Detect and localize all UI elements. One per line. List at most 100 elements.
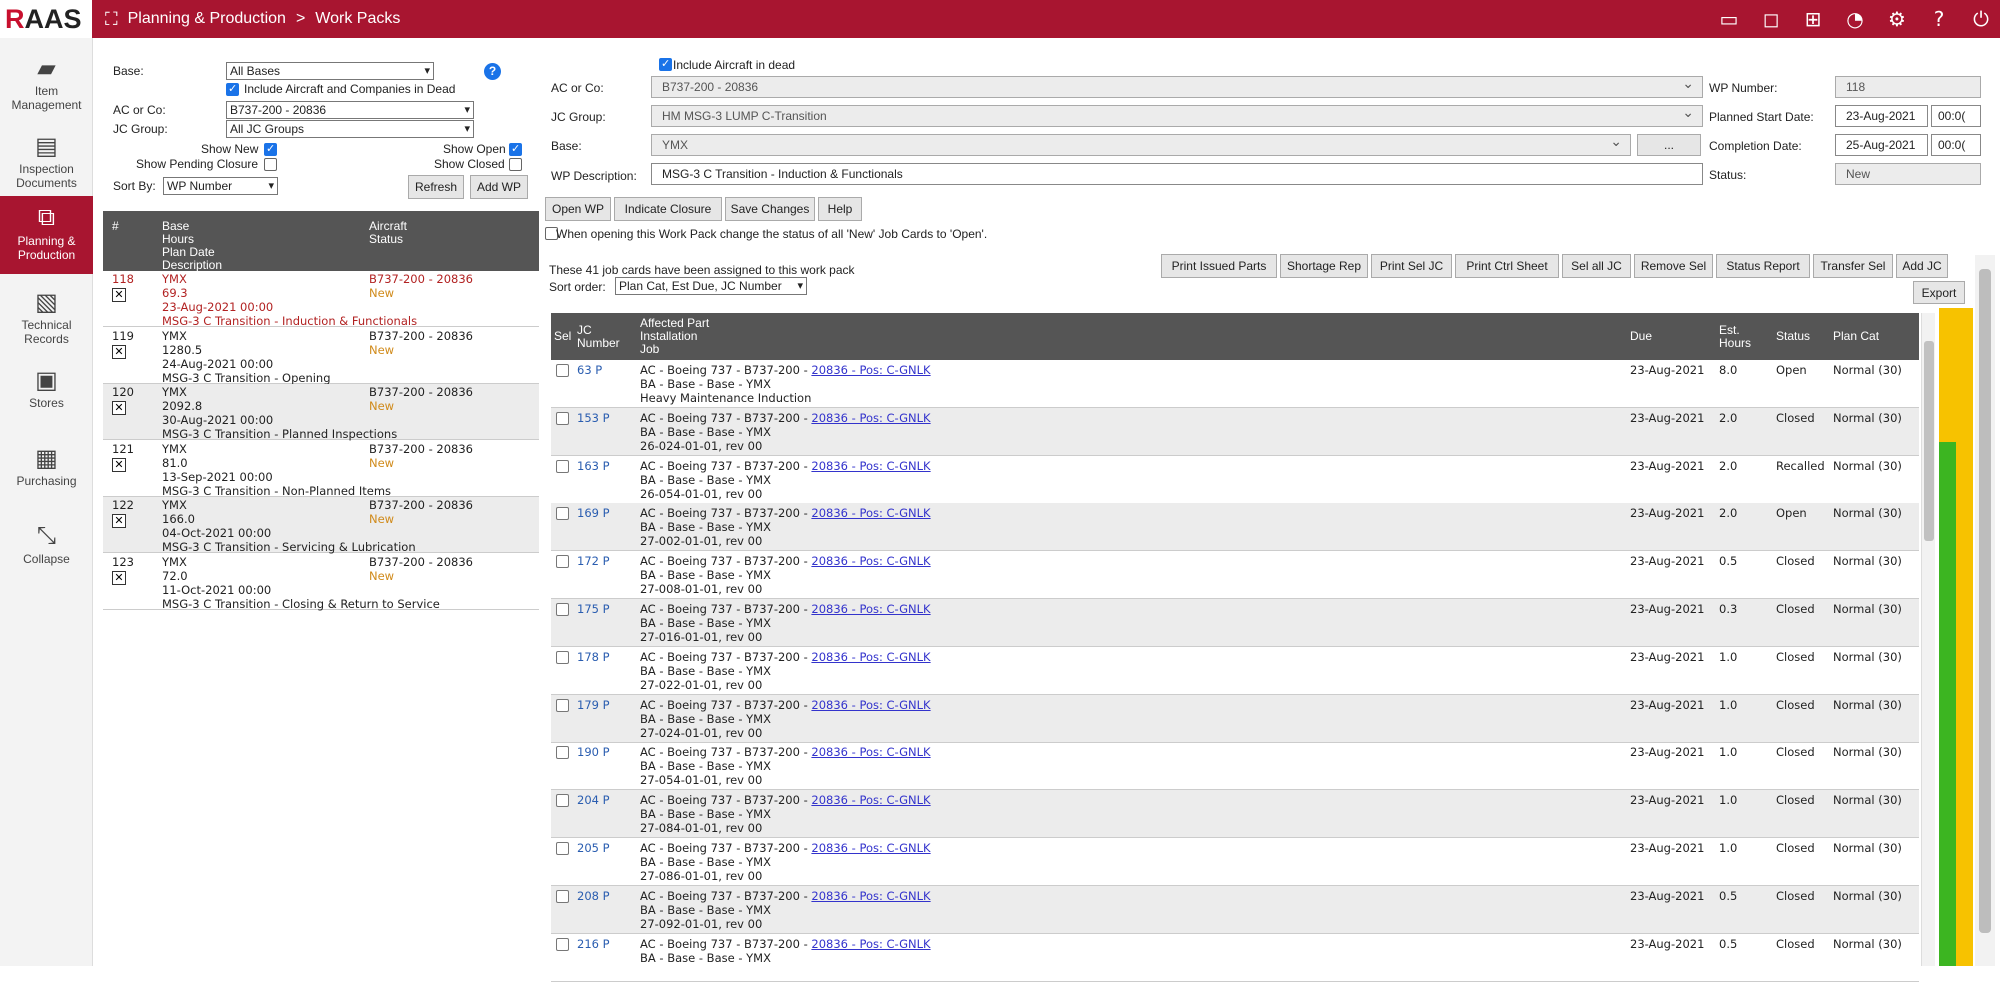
wp-list-row[interactable]: 123✕YMX72.011-Oct-2021 00:00MSG-3 C Tran… xyxy=(103,554,539,610)
detail-description-input[interactable]: MSG-3 C Transition - Induction & Functio… xyxy=(651,163,1703,185)
shortage-rep-button[interactable]: Shortage Rep xyxy=(1280,254,1368,278)
aircraft-position-link[interactable]: 20836 - Pos: C-GNLK xyxy=(811,745,930,759)
jc-table-row[interactable]: 205 PAC - Boeing 737 - B737-200 - 20836 … xyxy=(551,838,1919,886)
aircraft-position-link[interactable]: 20836 - Pos: C-GNLK xyxy=(811,889,930,903)
jc-table-row[interactable]: 153 PAC - Boeing 737 - B737-200 - 20836 … xyxy=(551,408,1919,456)
jc-select-checkbox[interactable] xyxy=(556,603,569,616)
aircraft-position-link[interactable]: 20836 - Pos: C-GNLK xyxy=(811,793,930,807)
sidebar-item-technical-records[interactable]: ▧ TechnicalRecords xyxy=(0,280,93,356)
sort-by-select[interactable]: WP Number xyxy=(163,177,278,195)
jc-select-checkbox[interactable] xyxy=(556,364,569,377)
base-select[interactable]: All Bases xyxy=(226,62,434,80)
jc-table-row[interactable]: 169 PAC - Boeing 737 - B737-200 - 20836 … xyxy=(551,503,1919,551)
jc-number-link[interactable]: 63 P xyxy=(577,363,602,377)
jc-select-checkbox[interactable] xyxy=(556,651,569,664)
jc-table-row[interactable]: 190 PAC - Boeing 737 - B737-200 - 20836 … xyxy=(551,742,1919,790)
detail-base-select[interactable]: YMX xyxy=(651,134,1631,156)
sidebar-item-item-management[interactable]: ▰ ItemManagement xyxy=(0,46,93,122)
jc-table-row[interactable]: 216 PAC - Boeing 737 - B737-200 - 20836 … xyxy=(551,934,1919,982)
planned-start-date-input[interactable]: 23-Aug-2021 xyxy=(1835,105,1928,127)
jc-number-link[interactable]: 163 P xyxy=(577,459,610,473)
save-changes-button[interactable]: Save Changes xyxy=(725,197,815,221)
aircraft-position-link[interactable]: 20836 - Pos: C-GNLK xyxy=(811,602,930,616)
jc-number-link[interactable]: 190 P xyxy=(577,745,610,759)
sidebar-item-stores[interactable]: ▣ Stores xyxy=(0,358,93,434)
jc-number-link[interactable]: 208 P xyxy=(577,889,610,903)
aircraft-position-link[interactable]: 20836 - Pos: C-GNLK xyxy=(811,841,930,855)
jc-table-row[interactable]: 204 PAC - Boeing 737 - B737-200 - 20836 … xyxy=(551,790,1919,838)
page-scroll-thumb[interactable] xyxy=(1979,269,1991,933)
aircraft-position-link[interactable]: 20836 - Pos: C-GNLK xyxy=(811,937,930,951)
jc-table-row[interactable]: 208 PAC - Boeing 737 - B737-200 - 20836 … xyxy=(551,886,1919,934)
jc-select-checkbox[interactable] xyxy=(556,746,569,759)
jc-select-checkbox[interactable] xyxy=(556,794,569,807)
close-wp-icon[interactable]: ✕ xyxy=(112,514,126,528)
sidebar-item-planning-production[interactable]: ⧉ Planning &Production xyxy=(0,196,93,274)
show-pending-checkbox[interactable] xyxy=(264,158,277,171)
sort-order-select[interactable]: Plan Cat, Est Due, JC Number xyxy=(615,277,807,295)
jc-table-row[interactable]: 179 PAC - Boeing 737 - B737-200 - 20836 … xyxy=(551,695,1919,743)
jc-table-row[interactable]: 178 PAC - Boeing 737 - B737-200 - 20836 … xyxy=(551,647,1919,695)
base-browse-button[interactable]: ... xyxy=(1637,134,1701,156)
add-wp-button[interactable]: Add WP xyxy=(470,175,528,199)
add-jc-button[interactable]: Add JC xyxy=(1896,254,1948,278)
print-issued-parts-button[interactable]: Print Issued Parts xyxy=(1161,254,1277,278)
open-wp-button[interactable]: Open WP xyxy=(545,197,611,221)
detail-jc-group-select[interactable]: HM MSG-3 LUMP C-Transition xyxy=(651,105,1703,127)
refresh-button[interactable]: Refresh xyxy=(408,175,464,199)
aircraft-position-link[interactable]: 20836 - Pos: C-GNLK xyxy=(811,506,930,520)
close-wp-icon[interactable]: ✕ xyxy=(112,571,126,585)
completion-date-input[interactable]: 25-Aug-2021 xyxy=(1835,134,1928,156)
ac-select[interactable]: B737-200 - 20836 xyxy=(226,101,474,119)
jc-table-row[interactable]: 175 PAC - Boeing 737 - B737-200 - 20836 … xyxy=(551,599,1919,647)
help-icon[interactable]: ? xyxy=(1926,6,1952,32)
jc-select-checkbox[interactable] xyxy=(556,555,569,568)
help-button[interactable]: ? xyxy=(484,63,501,80)
add-box-icon[interactable]: ⊞ xyxy=(1800,6,1826,32)
jc-number-link[interactable]: 172 P xyxy=(577,554,610,568)
jc-select-checkbox[interactable] xyxy=(556,412,569,425)
aircraft-position-link[interactable]: 20836 - Pos: C-GNLK xyxy=(811,411,930,425)
completion-time-input[interactable]: 00:0( xyxy=(1931,134,1981,156)
print-sel-jc-button[interactable]: Print Sel JC xyxy=(1371,254,1452,278)
chat-icon[interactable]: ◻ xyxy=(1758,6,1784,32)
jc-number-link[interactable]: 175 P xyxy=(577,602,610,616)
include-dead-checkbox[interactable] xyxy=(226,83,239,96)
planned-start-time-input[interactable]: 00:0( xyxy=(1931,105,1981,127)
status-report-button[interactable]: Status Report xyxy=(1716,254,1810,278)
close-wp-icon[interactable]: ✕ xyxy=(112,345,126,359)
jc-table-scroll-thumb[interactable] xyxy=(1924,341,1934,541)
power-icon[interactable]: ⏻ xyxy=(1968,6,1994,32)
aircraft-position-link[interactable]: 20836 - Pos: C-GNLK xyxy=(811,459,930,473)
jc-table-row[interactable]: 172 PAC - Boeing 737 - B737-200 - 20836 … xyxy=(551,551,1919,599)
show-closed-checkbox[interactable] xyxy=(509,158,522,171)
close-wp-icon[interactable]: ✕ xyxy=(112,401,126,415)
jc-number-link[interactable]: 179 P xyxy=(577,698,610,712)
raas-logo[interactable]: RAAS xyxy=(0,0,92,38)
jc-table-scrollbar[interactable] xyxy=(1921,313,1935,966)
export-button[interactable]: Export xyxy=(1913,281,1965,304)
close-wp-icon[interactable]: ✕ xyxy=(112,288,126,302)
breadcrumb-section[interactable]: Planning & Production xyxy=(128,1,286,37)
show-new-checkbox[interactable] xyxy=(264,143,277,156)
jc-select-checkbox[interactable] xyxy=(556,507,569,520)
jc-number-link[interactable]: 169 P xyxy=(577,506,610,520)
id-card-icon[interactable]: ▭ xyxy=(1716,6,1742,32)
wp-list-row[interactable]: 121✕YMX81.013-Sep-2021 00:00MSG-3 C Tran… xyxy=(103,441,539,497)
aircraft-position-link[interactable]: 20836 - Pos: C-GNLK xyxy=(811,554,930,568)
aircraft-position-link[interactable]: 20836 - Pos: C-GNLK xyxy=(811,698,930,712)
detail-ac-select[interactable]: B737-200 - 20836 xyxy=(651,76,1703,98)
wp-list-row[interactable]: 118✕YMX69.323-Aug-2021 00:00MSG-3 C Tran… xyxy=(103,271,539,327)
jc-number-link[interactable]: 216 P xyxy=(577,937,610,951)
sidebar-item-purchasing[interactable]: ▦ Purchasing xyxy=(0,436,93,512)
jc-table-row[interactable]: 63 PAC - Boeing 737 - B737-200 - 20836 -… xyxy=(551,360,1919,408)
help-page-button[interactable]: Help xyxy=(818,197,862,221)
aircraft-position-link[interactable]: 20836 - Pos: C-GNLK xyxy=(811,363,930,377)
jc-number-link[interactable]: 178 P xyxy=(577,650,610,664)
remove-sel-button[interactable]: Remove Sel xyxy=(1634,254,1713,278)
transfer-sel-button[interactable]: Transfer Sel xyxy=(1813,254,1893,278)
include-aircraft-dead-checkbox[interactable] xyxy=(659,58,672,71)
jc-number-link[interactable]: 205 P xyxy=(577,841,610,855)
jc-group-select[interactable]: All JC Groups xyxy=(226,120,474,138)
sidebar-item-inspection-documents[interactable]: ▤ InspectionDocuments xyxy=(0,124,93,200)
